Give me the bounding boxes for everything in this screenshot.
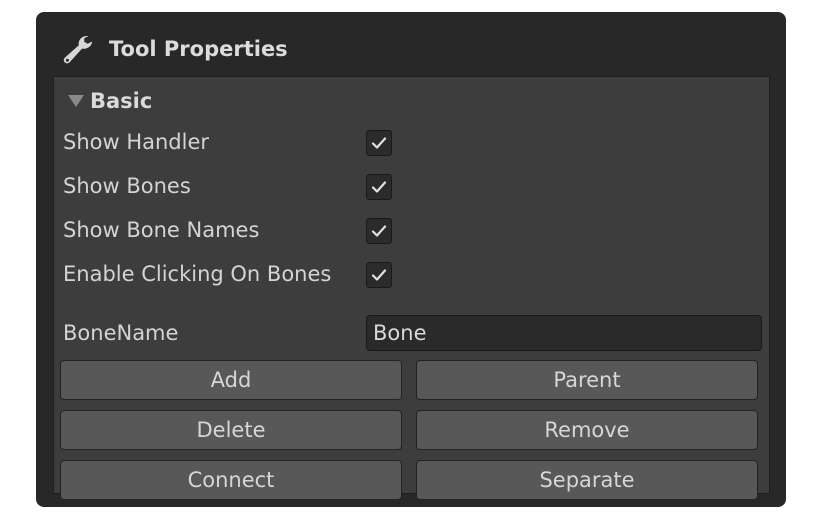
show-bone-names-checkbox[interactable] bbox=[366, 218, 392, 244]
delete-button[interactable]: Delete bbox=[60, 410, 402, 450]
parent-button[interactable]: Parent bbox=[416, 360, 758, 400]
bone-name-field[interactable]: Bone bbox=[366, 315, 762, 351]
wrench-icon bbox=[61, 34, 95, 64]
show-handler-checkbox[interactable] bbox=[366, 130, 392, 156]
show-bones-label: Show Bones bbox=[63, 174, 191, 198]
add-button[interactable]: Add bbox=[60, 360, 402, 400]
checkmark-icon bbox=[371, 225, 387, 237]
checkmark-icon bbox=[371, 137, 387, 149]
checkmark-icon bbox=[371, 269, 387, 281]
foldout-label[interactable]: Basic bbox=[90, 87, 152, 115]
show-bone-names-label: Show Bone Names bbox=[63, 218, 260, 242]
checkmark-icon bbox=[371, 181, 387, 193]
foldout-triangle-icon[interactable] bbox=[68, 95, 84, 107]
enable-clicking-on-bones-label: Enable Clicking On Bones bbox=[63, 262, 332, 286]
show-handler-label: Show Handler bbox=[63, 130, 210, 154]
enable-clicking-on-bones-checkbox[interactable] bbox=[366, 262, 392, 288]
panel-title: Tool Properties bbox=[109, 37, 288, 61]
panel-content: Basic Show Handler Show Bones Show Bone … bbox=[53, 76, 770, 500]
tool-properties-panel: Tool Properties Basic Show Handler Show … bbox=[36, 12, 786, 507]
bone-name-label: BoneName bbox=[63, 321, 179, 345]
remove-button[interactable]: Remove bbox=[416, 410, 758, 450]
separate-button[interactable]: Separate bbox=[416, 460, 758, 500]
connect-button[interactable]: Connect bbox=[60, 460, 402, 500]
panel-header: Tool Properties bbox=[36, 12, 786, 76]
show-bones-checkbox[interactable] bbox=[366, 174, 392, 200]
